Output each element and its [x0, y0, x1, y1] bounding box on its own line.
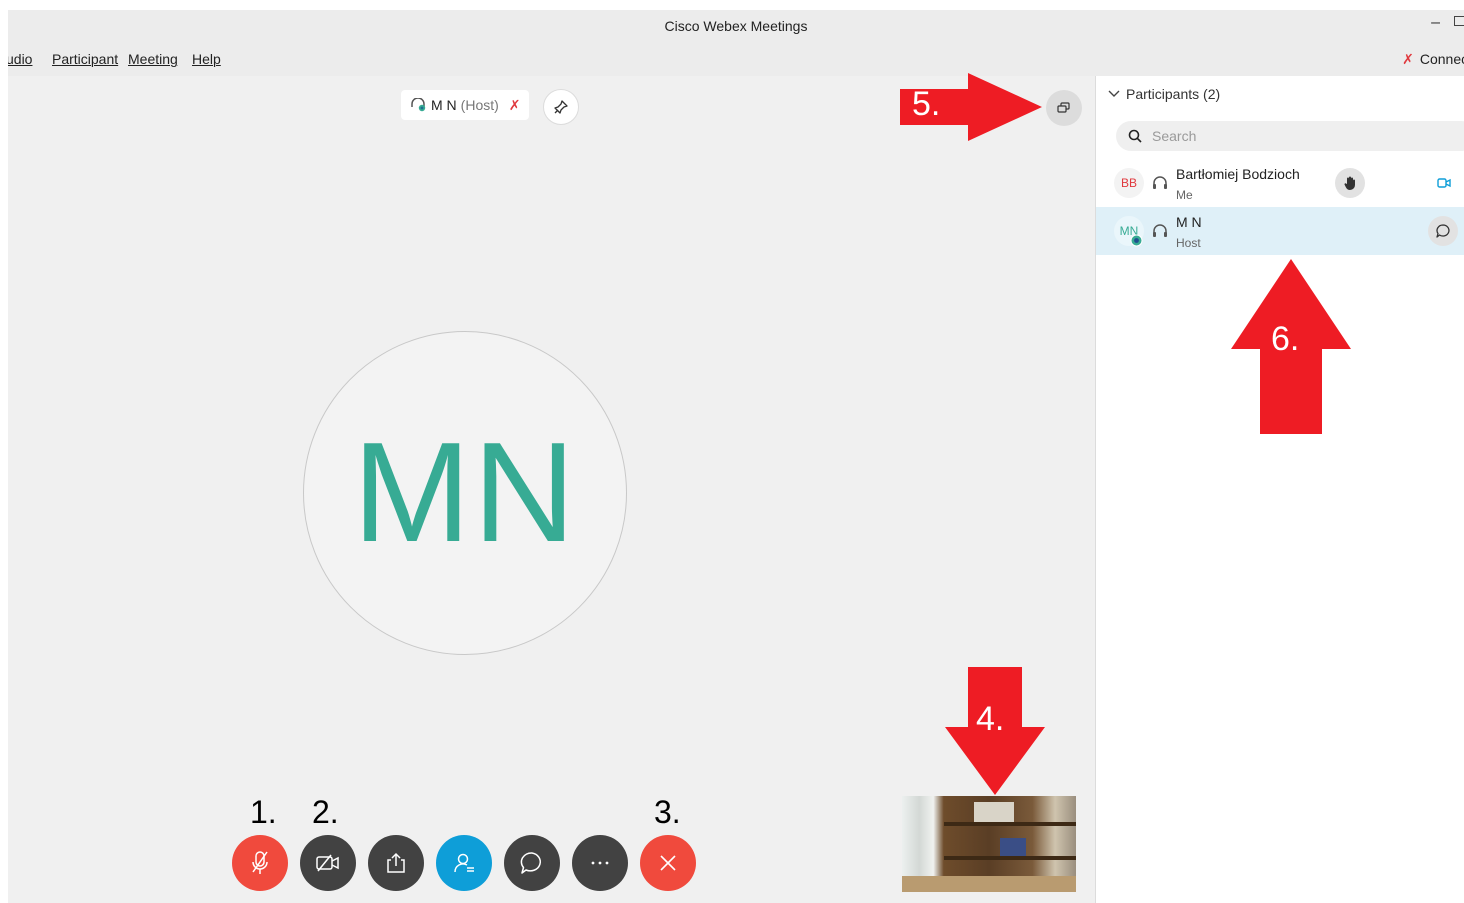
search-icon — [1128, 129, 1142, 143]
participant-name: M N — [1176, 214, 1202, 230]
active-speaker-avatar: MN — [303, 331, 627, 655]
pin-icon — [554, 100, 568, 114]
annotation-label-4: 4. — [976, 700, 1005, 738]
annotation-label-5: 5. — [912, 85, 941, 123]
speaker-name: M N — [431, 97, 457, 113]
muted-microphone-icon — [252, 851, 268, 874]
headset-connected-icon — [411, 98, 426, 112]
chat-with-participant-button[interactable] — [1428, 216, 1458, 246]
more-icon — [591, 861, 609, 865]
menu-bar: udio Participant Meeting Help ✗ Connect — [8, 42, 1464, 76]
chat-icon — [520, 852, 541, 874]
participants-count: Participants (2) — [1126, 86, 1221, 102]
chat-button[interactable] — [504, 835, 560, 891]
menu-help[interactable]: Help — [192, 51, 221, 67]
participant-name: Bartłomiej Bodzioch — [1176, 166, 1300, 182]
video-off-icon — [316, 854, 339, 872]
active-speaker-chip: M N (Host) ✗ — [401, 90, 529, 120]
annotation-label-2: 2. — [312, 794, 339, 830]
leave-meeting-button[interactable] — [640, 835, 696, 891]
audio-connection-status[interactable]: ✗ Connect — [1402, 51, 1464, 68]
share-button[interactable] — [368, 835, 424, 891]
video-icon[interactable] — [1437, 178, 1451, 188]
self-view-binders — [1000, 838, 1026, 856]
restore-icon[interactable] — [1454, 16, 1464, 26]
self-video-preview[interactable] — [902, 796, 1076, 892]
close-icon — [660, 855, 676, 871]
participants-header[interactable]: Participants (2) — [1108, 86, 1220, 102]
annotation-label-1: 1. — [250, 794, 277, 830]
menu-participant[interactable]: Participant — [52, 51, 118, 67]
share-icon — [387, 852, 405, 873]
hand-icon — [1344, 176, 1355, 190]
menu-meeting[interactable]: Meeting — [128, 51, 178, 67]
participants-button[interactable] — [436, 835, 492, 891]
mute-button[interactable] — [232, 835, 288, 891]
chat-icon — [1436, 224, 1450, 238]
annotation-label-6: 6. — [1271, 320, 1300, 358]
window-title: Cisco Webex Meetings — [664, 18, 808, 34]
speaker-role: (Host) — [460, 97, 499, 113]
self-view-desk — [902, 876, 1076, 892]
pin-button[interactable] — [543, 89, 579, 125]
connection-label: Connect — [1419, 51, 1464, 67]
participant-row[interactable]: BB Bartłomiej Bodzioch Me — [1096, 159, 1464, 207]
chevron-down-icon — [1108, 90, 1120, 97]
raise-hand-button[interactable] — [1335, 168, 1365, 198]
self-view-shelf — [944, 856, 1076, 860]
participants-icon — [454, 853, 474, 873]
more-button[interactable] — [572, 835, 628, 891]
muted-microphone-icon: ✗ — [1402, 51, 1414, 67]
webex-window: Cisco Webex Meetings – udio Participant … — [8, 10, 1464, 903]
participant-search[interactable] — [1116, 121, 1464, 151]
minimize-icon[interactable]: – — [1431, 14, 1440, 32]
participant-role: Me — [1176, 188, 1193, 202]
title-bar: Cisco Webex Meetings – — [8, 10, 1464, 42]
menu-audio[interactable]: udio — [8, 51, 32, 67]
participants-panel: Participants (2) BB Bartłomiej Bodzioch … — [1095, 76, 1464, 903]
headset-icon — [1153, 176, 1167, 189]
speaker-muted-icon: ✗ — [508, 96, 521, 113]
self-view-shelf-boxes — [974, 802, 1014, 822]
headset-icon — [1153, 224, 1167, 237]
participant-row[interactable]: MN M N Host — [1096, 207, 1464, 255]
search-input[interactable] — [1152, 128, 1432, 144]
video-button[interactable] — [300, 835, 356, 891]
self-view-shelf — [944, 822, 1076, 826]
host-status-icon — [1130, 234, 1143, 247]
annotation-label-3: 3. — [654, 794, 681, 830]
layout-icon — [1057, 102, 1070, 113]
avatar: BB — [1114, 168, 1144, 198]
meeting-stage: M N (Host) ✗ MN — [8, 76, 1094, 903]
layout-button[interactable] — [1046, 90, 1082, 126]
participant-role: Host — [1176, 236, 1201, 250]
